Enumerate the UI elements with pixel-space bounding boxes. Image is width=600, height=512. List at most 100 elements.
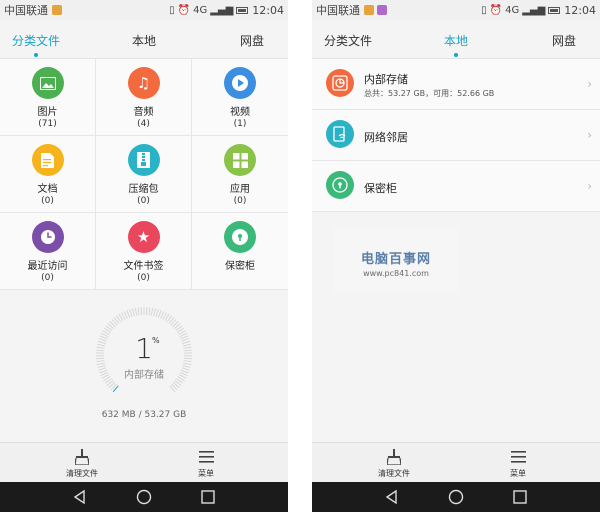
clock-icon xyxy=(31,221,64,253)
apps-icon xyxy=(224,144,256,176)
category-count: (71) xyxy=(38,119,57,129)
vibrate-icon: ▯ xyxy=(481,4,487,16)
tab-cloud[interactable]: 网盘 xyxy=(240,32,264,49)
category-count: (0) xyxy=(41,196,54,206)
network-icon xyxy=(326,120,354,148)
gauge-tick xyxy=(134,307,138,316)
list-item-internal-storage[interactable]: 内部存储 总共：53.27 GB，可用：52.66 GB › xyxy=(312,59,600,110)
music-icon: ♫ xyxy=(127,67,160,99)
category-documents[interactable]: 文档 (0) xyxy=(0,136,96,213)
recents-icon[interactable] xyxy=(512,489,528,505)
gauge-tick xyxy=(148,307,151,316)
network-type: 4G xyxy=(505,4,520,16)
alarm-icon: ⏰ xyxy=(177,4,191,16)
gauge-tick xyxy=(126,310,131,318)
category-label: 文档 xyxy=(37,184,58,195)
broom-icon xyxy=(52,448,112,465)
star-icon: ★ xyxy=(127,221,160,253)
menu-icon xyxy=(176,448,236,465)
gauge-tick xyxy=(131,308,135,317)
category-recent[interactable]: 最近访问 (0) xyxy=(0,213,96,290)
storage-percent-sign: % xyxy=(152,336,160,345)
category-video[interactable]: 视频 (1) xyxy=(192,59,288,136)
system-nav-bar xyxy=(0,482,288,512)
tab-bar: 分类文件 本地 网盘 xyxy=(312,20,600,58)
action-label: 菜单 xyxy=(198,469,214,478)
category-images[interactable]: 图片 (71) xyxy=(0,59,96,136)
lock-icon xyxy=(224,221,256,253)
carrier-name: 中国联通 xyxy=(316,4,360,17)
clean-files-button[interactable]: 清理文件 xyxy=(364,448,424,479)
status-bar: 中国联通 ▯ ⏰ 4G ▂▄▆ 12:04 xyxy=(0,0,288,20)
category-count: (0) xyxy=(137,196,150,206)
list-item-title: 网络邻居 xyxy=(364,131,408,144)
home-icon[interactable] xyxy=(448,489,464,505)
storage-icon xyxy=(326,69,354,97)
menu-button[interactable]: 菜单 xyxy=(176,448,236,479)
category-label: 最近访问 xyxy=(27,261,68,272)
storage-list: 内部存储 总共：53.27 GB，可用：52.66 GB › 网络邻居 › 保密… xyxy=(312,58,600,212)
signal-icon: ▂▄▆ xyxy=(522,4,546,16)
list-item-safe[interactable]: 保密柜 › xyxy=(312,161,600,212)
carrier-name: 中国联通 xyxy=(4,4,48,17)
system-nav-bar xyxy=(312,482,600,512)
category-archives[interactable]: 压缩包 (0) xyxy=(96,136,192,213)
category-count: (0) xyxy=(41,273,54,283)
category-count: (1) xyxy=(233,119,247,129)
category-label: 保密柜 xyxy=(225,261,255,272)
lock-icon xyxy=(326,171,354,199)
bottom-action-bar: 清理文件 菜单 xyxy=(0,442,288,482)
menu-button[interactable]: 菜单 xyxy=(488,448,548,479)
bottom-action-bar: 清理文件 菜单 xyxy=(312,442,600,482)
category-audio[interactable]: ♫ 音频 (4) xyxy=(96,59,192,136)
gauge-tick xyxy=(157,310,162,318)
back-icon[interactable] xyxy=(72,489,88,505)
alarm-icon: ⏰ xyxy=(489,4,503,16)
action-label: 菜单 xyxy=(510,469,526,478)
category-apps[interactable]: 应用 (0) xyxy=(192,136,288,213)
vibrate-icon: ▯ xyxy=(169,4,175,16)
notification-icon xyxy=(364,5,374,15)
gauge-tick xyxy=(155,309,159,318)
archive-icon xyxy=(127,144,160,176)
tab-bar: 分类文件 本地 网盘 xyxy=(0,20,288,58)
signal-icon: ▂▄▆ xyxy=(210,4,234,16)
broom-icon xyxy=(364,448,424,465)
tab-local[interactable]: 本地 xyxy=(132,32,156,49)
category-safe[interactable]: 保密柜 xyxy=(192,213,288,290)
battery-icon xyxy=(236,6,249,14)
recents-icon[interactable] xyxy=(200,489,216,505)
clock-time: 12:04 xyxy=(252,3,284,17)
list-item-title: 保密柜 xyxy=(364,182,397,195)
left-screen: 中国联通 ▯ ⏰ 4G ▂▄▆ 12:04 分类文件 本地 网盘 图片 (71)… xyxy=(0,0,288,512)
gauge-tick xyxy=(150,307,154,316)
status-bar: 中国联通 ▯ ⏰ 4G ▂▄▆ 12:04 xyxy=(312,0,600,20)
list-item-subtitle: 总共：53.27 GB，可用：52.66 GB xyxy=(364,89,495,98)
tab-category-files[interactable]: 分类文件 xyxy=(324,32,372,49)
clean-files-button[interactable]: 清理文件 xyxy=(52,448,112,479)
home-icon[interactable] xyxy=(136,489,152,505)
category-count: (4) xyxy=(137,119,150,129)
gauge-tick xyxy=(137,307,140,316)
tab-category-files[interactable]: 分类文件 xyxy=(12,32,60,57)
action-label: 清理文件 xyxy=(66,469,98,478)
category-label: 文件书签 xyxy=(123,261,164,272)
play-icon xyxy=(224,67,256,99)
category-label: 图片 xyxy=(37,107,58,118)
category-bookmarks[interactable]: ★ 文件书签 (0) xyxy=(96,213,192,290)
tab-local[interactable]: 本地 xyxy=(444,32,468,57)
storage-size: 632 MB / 53.27 GB xyxy=(101,410,187,420)
gauge-tick xyxy=(129,309,133,318)
action-label: 清理文件 xyxy=(378,469,410,478)
clock-time: 12:04 xyxy=(564,3,596,17)
category-label: 应用 xyxy=(230,184,250,195)
menu-icon xyxy=(488,448,548,465)
back-icon[interactable] xyxy=(384,489,400,505)
tab-cloud[interactable]: 网盘 xyxy=(552,32,576,49)
battery-icon xyxy=(548,6,561,14)
list-item-network-neighborhood[interactable]: 网络邻居 › xyxy=(312,110,600,161)
chevron-right-icon: › xyxy=(587,179,592,193)
category-grid: 图片 (71) ♫ 音频 (4) 视频 (1) 文档 (0) 压缩包 (0) 应… xyxy=(0,58,288,290)
watermark: 电脑百事网 www.pc841.com xyxy=(334,228,458,292)
network-type: 4G xyxy=(193,4,208,16)
